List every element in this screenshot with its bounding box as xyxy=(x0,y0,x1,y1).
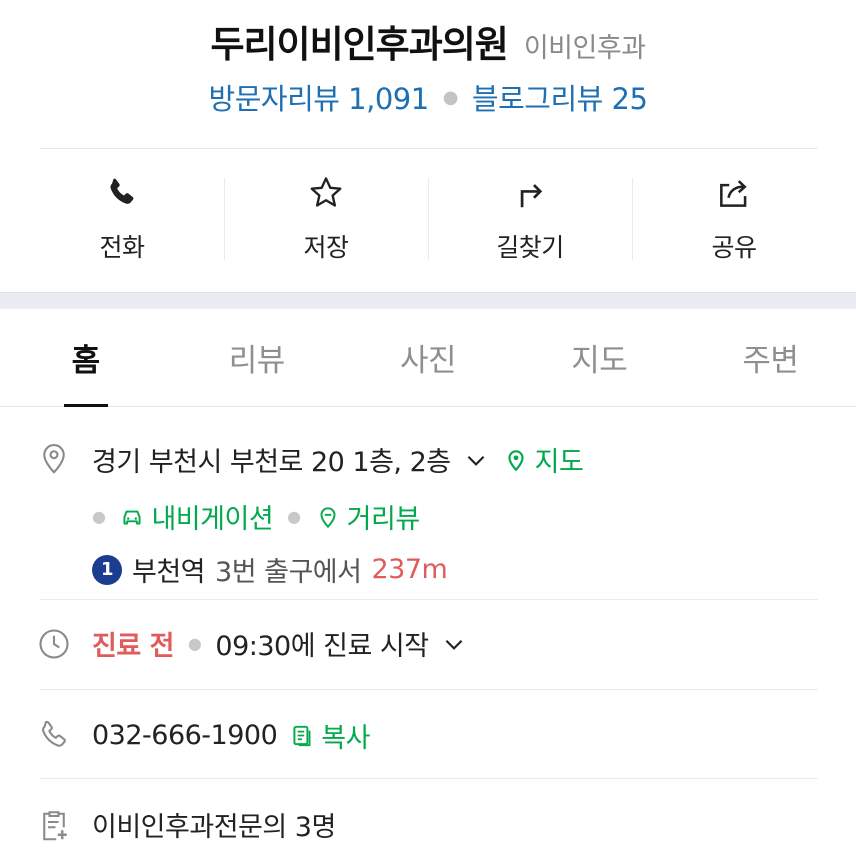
divider xyxy=(40,148,818,149)
street-view-link[interactable]: 거리뷰 xyxy=(315,497,420,536)
tab-photos[interactable]: 사진 xyxy=(342,309,513,406)
station-exit: 3번 출구에서 xyxy=(215,557,362,588)
street-view-icon xyxy=(320,506,336,528)
tab-nearby[interactable]: 주변 xyxy=(685,309,856,406)
copy-icon xyxy=(293,725,311,746)
subway-line-badge: 1 xyxy=(92,554,122,585)
map-pin-icon xyxy=(508,449,524,471)
phone-line: 032-666-1900 복사 xyxy=(92,716,826,755)
car-icon xyxy=(123,510,142,524)
share-button[interactable]: 공유 xyxy=(632,170,836,270)
hours-line: 진료 전 ● 09:30에 진료 시작 xyxy=(92,624,826,663)
place-category: 이비인후과 xyxy=(523,33,646,64)
phone-icon xyxy=(110,178,134,204)
phone-number[interactable]: 032-666-1900 xyxy=(92,720,278,751)
street-view-link-label: 거리뷰 xyxy=(346,504,421,535)
visitor-review-link[interactable]: 방문자리뷰 1,091 xyxy=(209,76,430,118)
doctors-line: 이비인후과전문의 3명 xyxy=(92,805,826,844)
share-icon xyxy=(720,180,747,207)
specialist-count: 이비인후과전문의 3명 xyxy=(92,812,336,843)
separator-dot: ● xyxy=(442,86,459,108)
hours-detail: 09:30에 진료 시작 xyxy=(215,631,429,662)
tab-bar: 홈 리뷰 사진 지도 주변 xyxy=(0,309,856,407)
chevron-down-icon[interactable] xyxy=(441,631,467,657)
separator-dot: ● xyxy=(287,507,301,526)
call-label: 전화 xyxy=(99,233,145,262)
separator-dot: ● xyxy=(187,634,202,653)
divider xyxy=(40,778,818,779)
navigation-link[interactable]: 내비게이션 xyxy=(119,497,274,536)
station-name: 부천역 xyxy=(132,557,206,588)
directions-button[interactable]: 길찾기 xyxy=(428,170,632,270)
chevron-down-icon[interactable] xyxy=(463,447,489,473)
directions-label: 길찾기 xyxy=(496,233,564,262)
location-pin-icon xyxy=(43,444,65,474)
tab-map[interactable]: 지도 xyxy=(514,309,685,406)
review-counts: 방문자리뷰 1,091 ● 블로그리뷰 25 xyxy=(0,76,856,118)
place-header: 두리이비인후과의원 이비인후과 방문자리뷰 1,091 ● 블로그리뷰 25 xyxy=(0,0,856,148)
place-name: 두리이비인후과의원 xyxy=(210,23,508,66)
station-distance: 237m xyxy=(371,554,448,585)
map-link-label: 지도 xyxy=(534,447,584,478)
copy-phone-button[interactable]: 복사 xyxy=(289,716,370,755)
copy-label: 복사 xyxy=(321,723,370,754)
divider xyxy=(40,599,818,600)
subway-line: 1 부천역 3번 출구에서 237m xyxy=(92,550,826,589)
clock-icon xyxy=(39,629,69,659)
map-link[interactable]: 지도 xyxy=(503,440,584,479)
share-label: 공유 xyxy=(711,233,757,262)
medical-clipboard-icon xyxy=(43,811,67,841)
section-gap xyxy=(0,292,856,309)
separator-dot: ● xyxy=(92,507,106,526)
phone-outline-icon xyxy=(42,720,66,747)
address-line: 경기 부천시 부천로 20 1층, 2층 지도 xyxy=(92,440,826,479)
hours-status: 진료 전 xyxy=(92,631,174,662)
address-links-line: ● 내비게이션 ● 거리뷰 xyxy=(92,497,826,536)
save-button[interactable]: 저장 xyxy=(224,170,428,270)
action-bar: 전화 저장 길찾기 공유 xyxy=(20,170,836,270)
divider xyxy=(40,689,818,690)
tab-reviews[interactable]: 리뷰 xyxy=(171,309,342,406)
title-row: 두리이비인후과의원 이비인후과 xyxy=(0,14,856,68)
directions-arrow-icon xyxy=(520,184,543,208)
tab-home[interactable]: 홈 xyxy=(0,309,171,406)
save-label: 저장 xyxy=(303,233,349,262)
address-text: 경기 부천시 부천로 20 1층, 2층 xyxy=(92,447,451,478)
navigation-link-label: 내비게이션 xyxy=(151,504,274,535)
call-button[interactable]: 전화 xyxy=(20,170,224,270)
blog-review-link[interactable]: 블로그리뷰 25 xyxy=(472,76,648,118)
star-icon xyxy=(310,177,342,207)
